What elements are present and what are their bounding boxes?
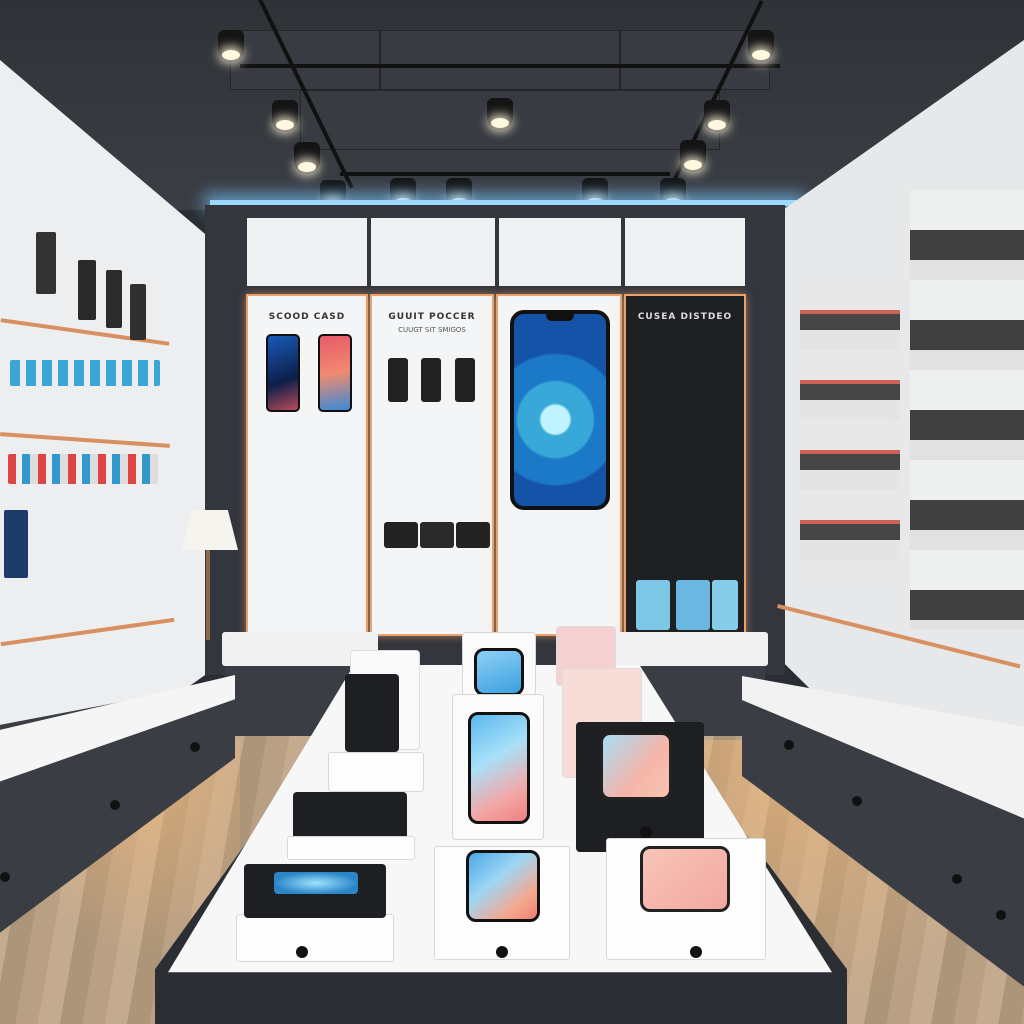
spotlight [218, 30, 244, 62]
phone-on-box [600, 732, 672, 800]
board-title: CUSEA DISTDEO [637, 312, 733, 322]
drawer-handle [110, 800, 120, 810]
header-lightbox [499, 218, 621, 286]
drawer-handle [0, 872, 10, 882]
lamp-stand [206, 550, 210, 640]
drawer-handle [996, 910, 1006, 920]
phone-on-wall [4, 510, 28, 578]
accessory-row [8, 454, 158, 484]
accessory-box [420, 522, 454, 548]
phone-screen-glow [274, 872, 358, 894]
drawer-handle [784, 740, 794, 750]
header-lightbox [247, 218, 367, 286]
phone-box-dark [293, 792, 407, 840]
pedestal-button [496, 946, 508, 958]
phone-on-wall [78, 260, 96, 320]
board-title: GUUIT POCCER [388, 312, 476, 322]
counter-top [612, 632, 768, 666]
spotlight [748, 30, 774, 62]
product-package [712, 580, 738, 630]
phone-on-pedestal [640, 846, 730, 912]
phone-case-product [318, 334, 352, 412]
phone-on-wall [106, 270, 122, 328]
phone-on-wall [130, 284, 146, 340]
phone-camera-dot [640, 826, 652, 838]
spotlight [487, 98, 513, 130]
spotlight [704, 100, 730, 132]
display-pedestal [287, 836, 415, 860]
drawer-handle [952, 874, 962, 884]
board-title: SCOOD CASD [268, 312, 346, 322]
accessory-pegboard [910, 190, 1024, 630]
phone-on-pedestal [466, 850, 540, 922]
charger-product [455, 358, 475, 402]
board-subtitle: CUUGT SIT SMIGOS [398, 326, 466, 334]
spotlight [294, 142, 320, 174]
light-track [240, 64, 780, 68]
ceiling-panel [380, 30, 620, 90]
product-package [636, 580, 670, 630]
pedestal-button [296, 946, 308, 958]
charger-product [388, 358, 408, 402]
header-lightbox [371, 218, 495, 286]
accessory-pegboard [800, 280, 900, 580]
accessory-box [384, 522, 418, 548]
hero-phone-display [510, 310, 610, 510]
phone-on-stand [474, 648, 524, 696]
display-pedestal [328, 752, 424, 792]
phone-on-wall [36, 232, 56, 294]
ceiling-panel [230, 30, 380, 90]
phone-case-product [266, 334, 300, 412]
accessory-box [456, 522, 490, 548]
product-package [676, 580, 710, 630]
phone-on-stand [468, 712, 530, 824]
pedestal-button [690, 946, 702, 958]
display-board-power: GUUIT POCCER CUUGT SIT SMIGOS [370, 294, 494, 636]
accessory-row [10, 360, 160, 386]
phone-box-dark [345, 674, 399, 752]
charger-product [421, 358, 441, 402]
drawer-handle [852, 796, 862, 806]
display-pedestal [236, 914, 394, 962]
header-lightbox [625, 218, 745, 286]
light-track [340, 172, 670, 176]
phone-store-scene: SCOOD CASD GUUIT POCCER CUUGT SIT SMIGOS… [0, 0, 1024, 1024]
spotlight [272, 100, 298, 132]
drawer-handle [190, 742, 200, 752]
spotlight [680, 140, 706, 172]
